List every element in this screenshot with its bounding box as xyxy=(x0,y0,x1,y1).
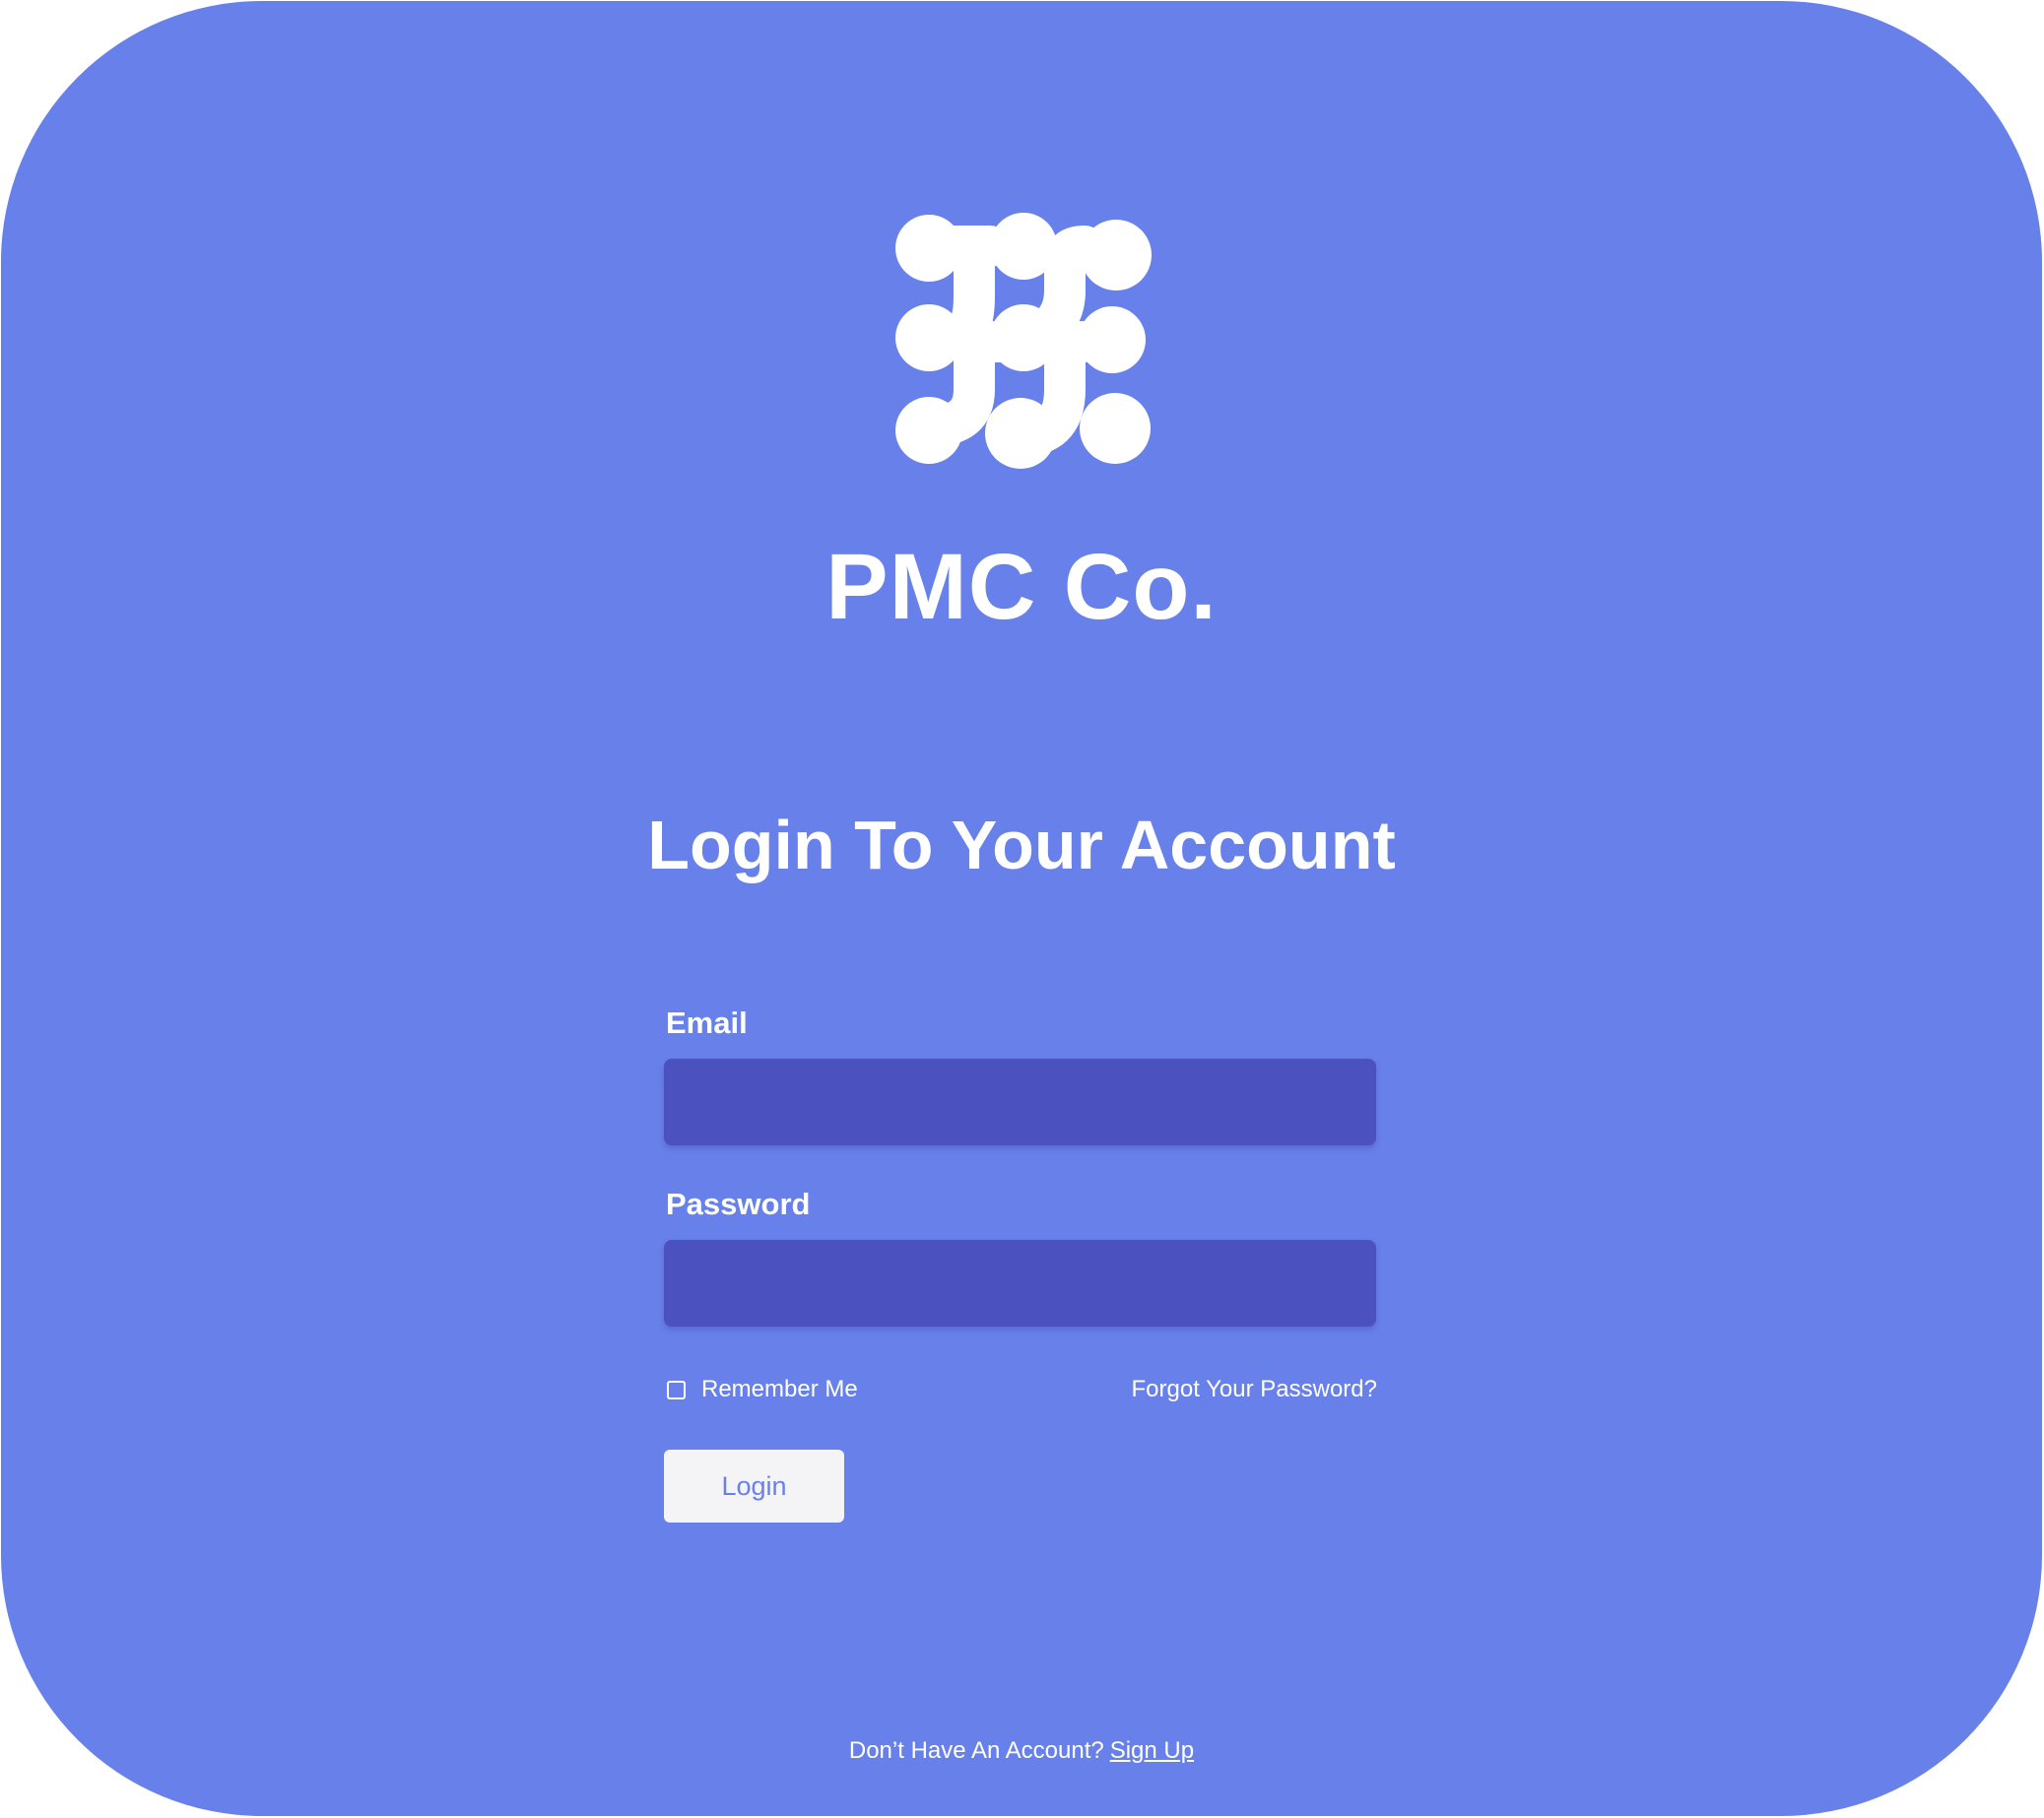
signup-prompt: Don’t Have An Account? Sign Up xyxy=(1,1739,2042,1763)
forgot-password-link[interactable]: Forgot Your Password? xyxy=(1132,1378,1377,1401)
signup-link[interactable]: Sign Up xyxy=(1110,1737,1194,1764)
password-label: Password xyxy=(666,1187,811,1221)
remember-me-toggle[interactable]: Remember Me xyxy=(667,1378,858,1401)
email-label: Email xyxy=(666,1006,748,1040)
login-card: PMC Co. Login To Your Account Email Pass… xyxy=(1,1,2042,1816)
pmc-logo-icon xyxy=(895,213,1152,469)
page-title: Login To Your Account xyxy=(647,807,1396,883)
remember-me-checkbox[interactable] xyxy=(667,1380,686,1399)
login-button[interactable]: Login xyxy=(664,1450,844,1523)
signup-prompt-text: Don’t Have An Account? xyxy=(848,1737,1104,1764)
brand-name: PMC Co. xyxy=(825,535,1218,639)
remember-me-label: Remember Me xyxy=(701,1376,858,1402)
email-input[interactable] xyxy=(664,1059,1376,1145)
password-input[interactable] xyxy=(664,1240,1376,1327)
